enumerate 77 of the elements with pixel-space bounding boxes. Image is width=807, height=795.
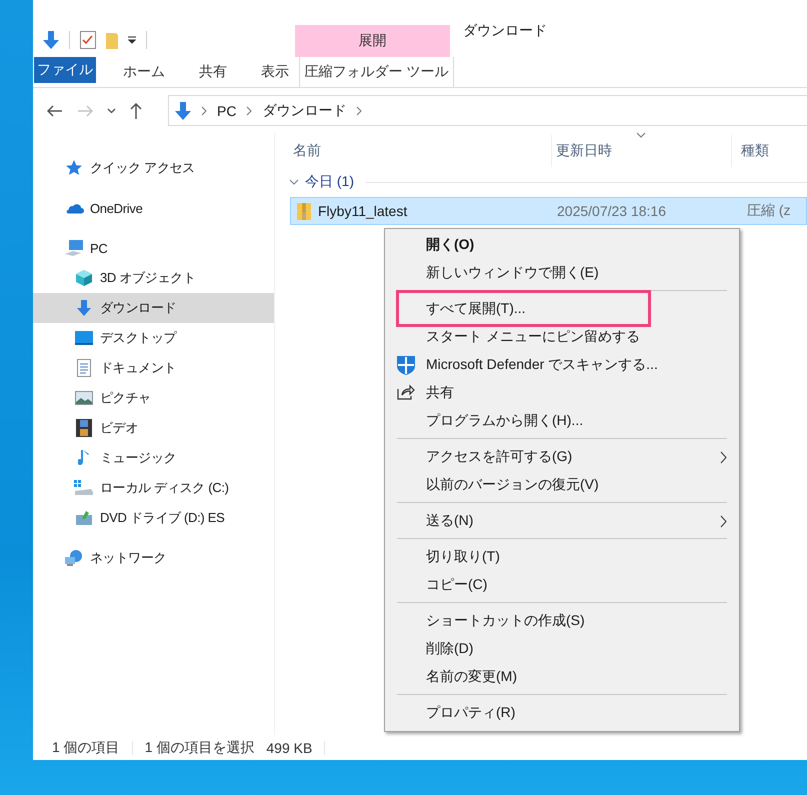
disc-drive-icon (75, 510, 93, 526)
picture-icon (75, 391, 93, 405)
globe-network-icon (64, 549, 84, 567)
back-arrow-icon[interactable] (47, 104, 63, 116)
document-icon (77, 359, 91, 377)
chevron-down-icon[interactable] (107, 108, 116, 114)
music-note-icon (78, 449, 90, 467)
menu-item[interactable]: 共有 (385, 379, 739, 407)
down-arrow-icon[interactable] (43, 31, 59, 49)
file-name: Flyby11_latest (318, 203, 408, 219)
nav-item[interactable]: クイック アクセス (33, 153, 274, 183)
file-row[interactable]: Flyby11_latest 2025/07/23 18:16 圧縮 (z (290, 197, 807, 225)
selection-size: 499 KB (266, 740, 312, 756)
chevron-right-icon (246, 106, 252, 116)
nav-item[interactable]: PC (33, 233, 274, 263)
nav-item[interactable]: ネットワーク (33, 543, 274, 573)
menu-item[interactable]: プログラムから開く(H)... (385, 407, 739, 435)
ribbon-context-group: 展開 (295, 25, 450, 57)
column-header[interactable]: 更新日時 (551, 135, 731, 167)
zip-folder-icon (297, 202, 311, 220)
checklist-icon[interactable] (80, 31, 96, 49)
item-count: 1 個の項目 (52, 738, 120, 756)
nav-item[interactable]: 3D オブジェクト (33, 263, 274, 293)
nav-item[interactable]: ドキュメント (33, 353, 274, 383)
menu-item[interactable]: アクセスを許可する(G) (385, 443, 739, 471)
dropdown-caret-icon[interactable] (128, 36, 136, 44)
menu-item[interactable]: 名前の変更(M) (385, 663, 739, 691)
shield-icon (397, 356, 415, 375)
ribbon-tab[interactable]: 共有 (182, 57, 244, 87)
menu-item[interactable]: スタート メニューにピン留めする (385, 323, 739, 351)
menu-item[interactable]: ショートカットの作成(S) (385, 607, 739, 635)
nav-item[interactable]: デスクトップ (33, 323, 274, 353)
menu-item[interactable]: プロパティ(R) (385, 699, 739, 727)
menu-item[interactable]: コピー(C) (385, 571, 739, 599)
menu-item[interactable]: 以前のバージョンの復元(V) (385, 471, 739, 499)
chevron-down-icon[interactable] (289, 177, 299, 187)
sort-caret-icon (636, 132, 646, 138)
chevron-right-icon (201, 106, 207, 116)
star-icon (65, 159, 83, 177)
monitor-icon (75, 331, 93, 345)
address-bar[interactable]: PC ダウンロード (168, 95, 807, 126)
menu-item[interactable]: 切り取り(T) (385, 543, 739, 571)
window-title: ダウンロード (462, 22, 547, 40)
nav-item[interactable]: ローカル ディスク (C:) (33, 473, 274, 503)
menu-item[interactable]: 新しいウィンドウで開く(E) (385, 259, 739, 287)
nav-item[interactable]: ダウンロード (33, 293, 274, 323)
ribbon-tab[interactable]: ファイル (34, 57, 96, 83)
film-icon (76, 419, 92, 437)
cube-icon (75, 269, 93, 287)
drive-icon (74, 480, 94, 496)
menu-item[interactable]: 削除(D) (385, 635, 739, 663)
ribbon-tab[interactable]: 圧縮フォルダー ツール (299, 57, 454, 87)
menu-item[interactable]: 送る(N) (385, 507, 739, 535)
selection-count: 1 個の項目を選択 (144, 738, 254, 756)
cloud-icon (64, 201, 84, 215)
column-header[interactable]: 名前 (289, 135, 551, 167)
nav-item[interactable]: ミュージック (33, 443, 274, 473)
column-header[interactable]: 種類 (731, 135, 807, 167)
nav-item[interactable]: ピクチャ (33, 383, 274, 413)
file-type: 圧縮 (z (746, 202, 791, 220)
breadcrumb[interactable]: PC (217, 102, 236, 118)
nav-item[interactable]: ビデオ (33, 413, 274, 443)
down-arrow-icon (175, 102, 191, 120)
breadcrumb[interactable]: ダウンロード (262, 102, 346, 120)
file-date: 2025/07/23 18:16 (556, 203, 667, 219)
menu-item[interactable]: Microsoft Defender でスキャンする... (385, 351, 739, 379)
nav-item[interactable]: OneDrive (33, 193, 274, 223)
ribbon-tab[interactable]: ホーム (106, 57, 182, 87)
up-arrow-icon[interactable] (130, 102, 142, 118)
menu-item[interactable]: 開く(O) (385, 231, 739, 259)
group-header: 今日 (1) (305, 173, 354, 191)
chevron-right-icon (356, 106, 362, 116)
computer-icon (64, 239, 84, 257)
menu-item[interactable]: すべて展開(T)... (385, 295, 739, 323)
nav-item[interactable]: DVD ドライブ (D:) ES (33, 503, 274, 533)
share-icon (397, 384, 415, 400)
down-arrow-icon (75, 299, 93, 317)
